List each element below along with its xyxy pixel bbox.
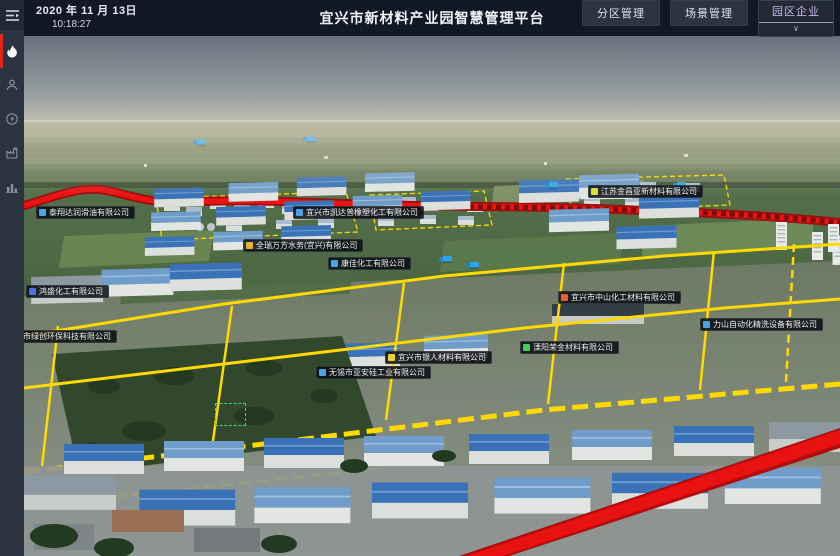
scene-management-button[interactable]: 场景管理: [670, 0, 748, 26]
chevron-down-icon: ∨: [759, 23, 833, 36]
hamburger-icon: [6, 10, 19, 21]
header-actions: 分区管理 场景管理 园区企业 ∨: [582, 0, 840, 37]
zone-management-button[interactable]: 分区管理: [582, 0, 660, 26]
dropdown-label: 园区企业: [759, 1, 833, 23]
company-label-text: 江苏金昌亚新材料有限公司: [601, 188, 697, 196]
company-pin-icon: [703, 321, 710, 328]
sidebar-item-energy[interactable]: [0, 102, 24, 136]
person-icon: [6, 79, 18, 91]
time-label: 10:18:27: [36, 19, 137, 32]
company-label-text: 宜兴市银人材料有限公司: [398, 354, 486, 362]
company-label-text: 宜兴市凯达普橡塑化工有限公司: [306, 209, 418, 217]
company-label[interactable]: 宜兴市中山化工材料有限公司: [558, 291, 681, 304]
bar-chart-icon: [6, 181, 18, 193]
sidebar-item-enterprises[interactable]: [0, 136, 24, 170]
sidebar-item-statistics[interactable]: [0, 170, 24, 204]
app-window: 2020 年 11 月 13日 10:18:27 宜兴市新材料产业园智慧管理平台…: [0, 0, 840, 556]
company-pin-icon: [246, 242, 253, 249]
company-label[interactable]: 江苏金昌亚新材料有限公司: [588, 185, 703, 198]
menu-button[interactable]: [0, 0, 24, 30]
company-label-text: 泰翔达润滑油有限公司: [49, 209, 129, 217]
company-label-text: 市绿创环保科技有限公司: [24, 333, 111, 341]
sidebar-item-fire[interactable]: [0, 34, 24, 68]
company-pin-icon: [523, 344, 530, 351]
company-label[interactable]: 鸿盛化工有限公司: [26, 285, 109, 298]
power-icon: [6, 113, 18, 125]
company-label-text: 无锡市亚安硅工业有限公司: [329, 369, 425, 377]
company-label-text: 康佳化工有限公司: [341, 260, 405, 268]
top-bar: 2020 年 11 月 13日 10:18:27 宜兴市新材料产业园智慧管理平台…: [24, 0, 840, 36]
map-terrain: [24, 36, 840, 556]
company-pin-icon: [331, 260, 338, 267]
company-label-text: 力山自动化精洗设备有限公司: [713, 321, 817, 329]
map-3d-view[interactable]: 泰翔达润滑油有限公司 宜兴市凯达普橡塑化工有限公司 全瑞万方水务(宜兴)有限公司…: [24, 36, 840, 556]
company-label-text: 全瑞万方水务(宜兴)有限公司: [256, 242, 357, 250]
company-pin-icon: [319, 369, 326, 376]
factory-icon: [6, 147, 18, 159]
company-pin-icon: [29, 288, 36, 295]
date-label: 2020 年 11 月 13日: [36, 5, 137, 19]
datetime: 2020 年 11 月 13日 10:18:27: [24, 5, 137, 31]
company-label[interactable]: 泰翔达润滑油有限公司: [36, 206, 135, 219]
company-label-text: 溧阳荣金材料有限公司: [533, 344, 613, 352]
company-label[interactable]: 宜兴市银人材料有限公司: [385, 351, 492, 364]
sidebar-item-personnel[interactable]: [0, 68, 24, 102]
company-label[interactable]: 力山自动化精洗设备有限公司: [700, 318, 823, 331]
company-label[interactable]: 宜兴市凯达普橡塑化工有限公司: [293, 206, 424, 219]
company-label[interactable]: 市绿创环保科技有限公司: [24, 330, 117, 343]
company-pin-icon: [39, 209, 46, 216]
company-label[interactable]: 全瑞万方水务(宜兴)有限公司: [243, 239, 363, 252]
company-label-text: 鸿盛化工有限公司: [39, 288, 103, 296]
flame-icon: [7, 45, 18, 58]
page-title: 宜兴市新材料产业园智慧管理平台: [320, 8, 545, 28]
company-pin-icon: [296, 209, 303, 216]
company-label-text: 宜兴市中山化工材料有限公司: [571, 294, 675, 302]
selection-box: [215, 403, 246, 426]
sidebar: [0, 0, 24, 556]
company-label[interactable]: 康佳化工有限公司: [328, 257, 411, 270]
park-enterprise-dropdown[interactable]: 园区企业 ∨: [758, 0, 834, 37]
company-pin-icon: [561, 294, 568, 301]
company-label[interactable]: 溧阳荣金材料有限公司: [520, 341, 619, 354]
company-label[interactable]: 无锡市亚安硅工业有限公司: [316, 366, 431, 379]
company-pin-icon: [388, 354, 395, 361]
company-pin-icon: [591, 188, 598, 195]
